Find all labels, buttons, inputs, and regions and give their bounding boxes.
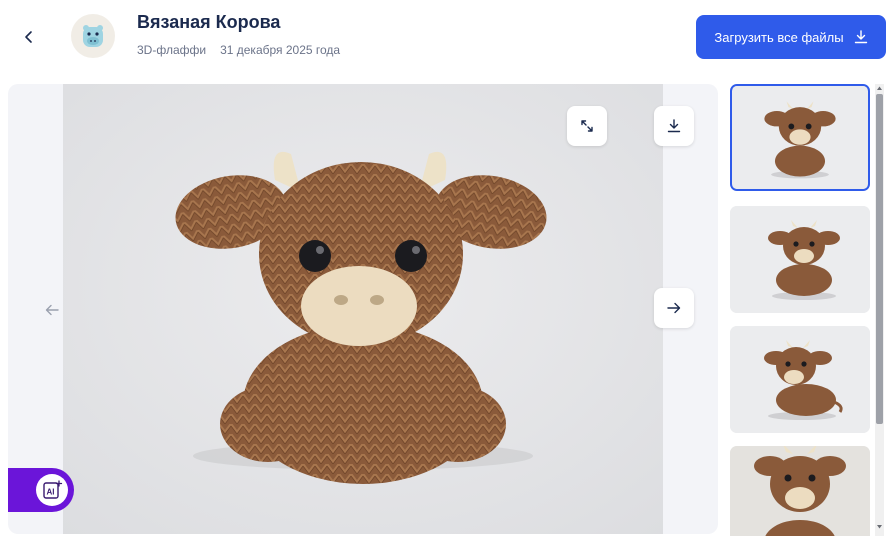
category-label: 3D-флаффи bbox=[137, 43, 207, 57]
main-image bbox=[63, 84, 663, 534]
thumbnail-2[interactable] bbox=[730, 206, 870, 313]
thumbnail-4[interactable] bbox=[730, 446, 870, 536]
thumbnail-3[interactable] bbox=[730, 326, 870, 433]
ai-icon: AI bbox=[36, 474, 68, 506]
thumbnail-scrollbar[interactable] bbox=[875, 84, 884, 536]
ai-label: AI bbox=[47, 488, 55, 497]
chevron-left-icon bbox=[25, 31, 32, 43]
ai-assistant-button[interactable]: AI bbox=[8, 468, 74, 512]
thumbnail-image bbox=[730, 326, 870, 433]
date-label: 31 декабря 2025 года bbox=[220, 43, 341, 57]
download-image-button[interactable] bbox=[654, 106, 694, 146]
avatar bbox=[71, 14, 115, 58]
prev-image-button[interactable] bbox=[42, 300, 62, 320]
arrow-right-icon bbox=[667, 302, 681, 314]
image-viewer: AI bbox=[8, 84, 718, 534]
scroll-down-icon[interactable] bbox=[876, 524, 883, 530]
scroll-up-icon[interactable] bbox=[876, 85, 883, 91]
item-meta: 3D-флаффи 31 декабря 2025 года bbox=[137, 43, 340, 57]
fullscreen-button[interactable] bbox=[567, 106, 607, 146]
arrow-left-icon bbox=[45, 304, 59, 316]
thumbnail-image bbox=[730, 206, 870, 313]
expand-icon bbox=[581, 120, 593, 132]
download-icon bbox=[667, 119, 681, 133]
thumbnail-image bbox=[730, 446, 870, 536]
thumbnail-image bbox=[732, 86, 868, 189]
scrollbar-thumb[interactable] bbox=[876, 94, 883, 424]
page-title: Вязаная Корова bbox=[137, 12, 281, 32]
back-button[interactable] bbox=[18, 26, 40, 48]
thumbnail-strip bbox=[729, 84, 871, 536]
next-image-button[interactable] bbox=[654, 288, 694, 328]
download-all-label: Загрузить все файлы bbox=[714, 29, 844, 45]
download-all-button[interactable]: Загрузить все файлы bbox=[696, 15, 886, 59]
thumbnail-1[interactable] bbox=[730, 84, 870, 191]
download-icon bbox=[854, 30, 867, 44]
hippo-logo-icon bbox=[83, 25, 103, 47]
